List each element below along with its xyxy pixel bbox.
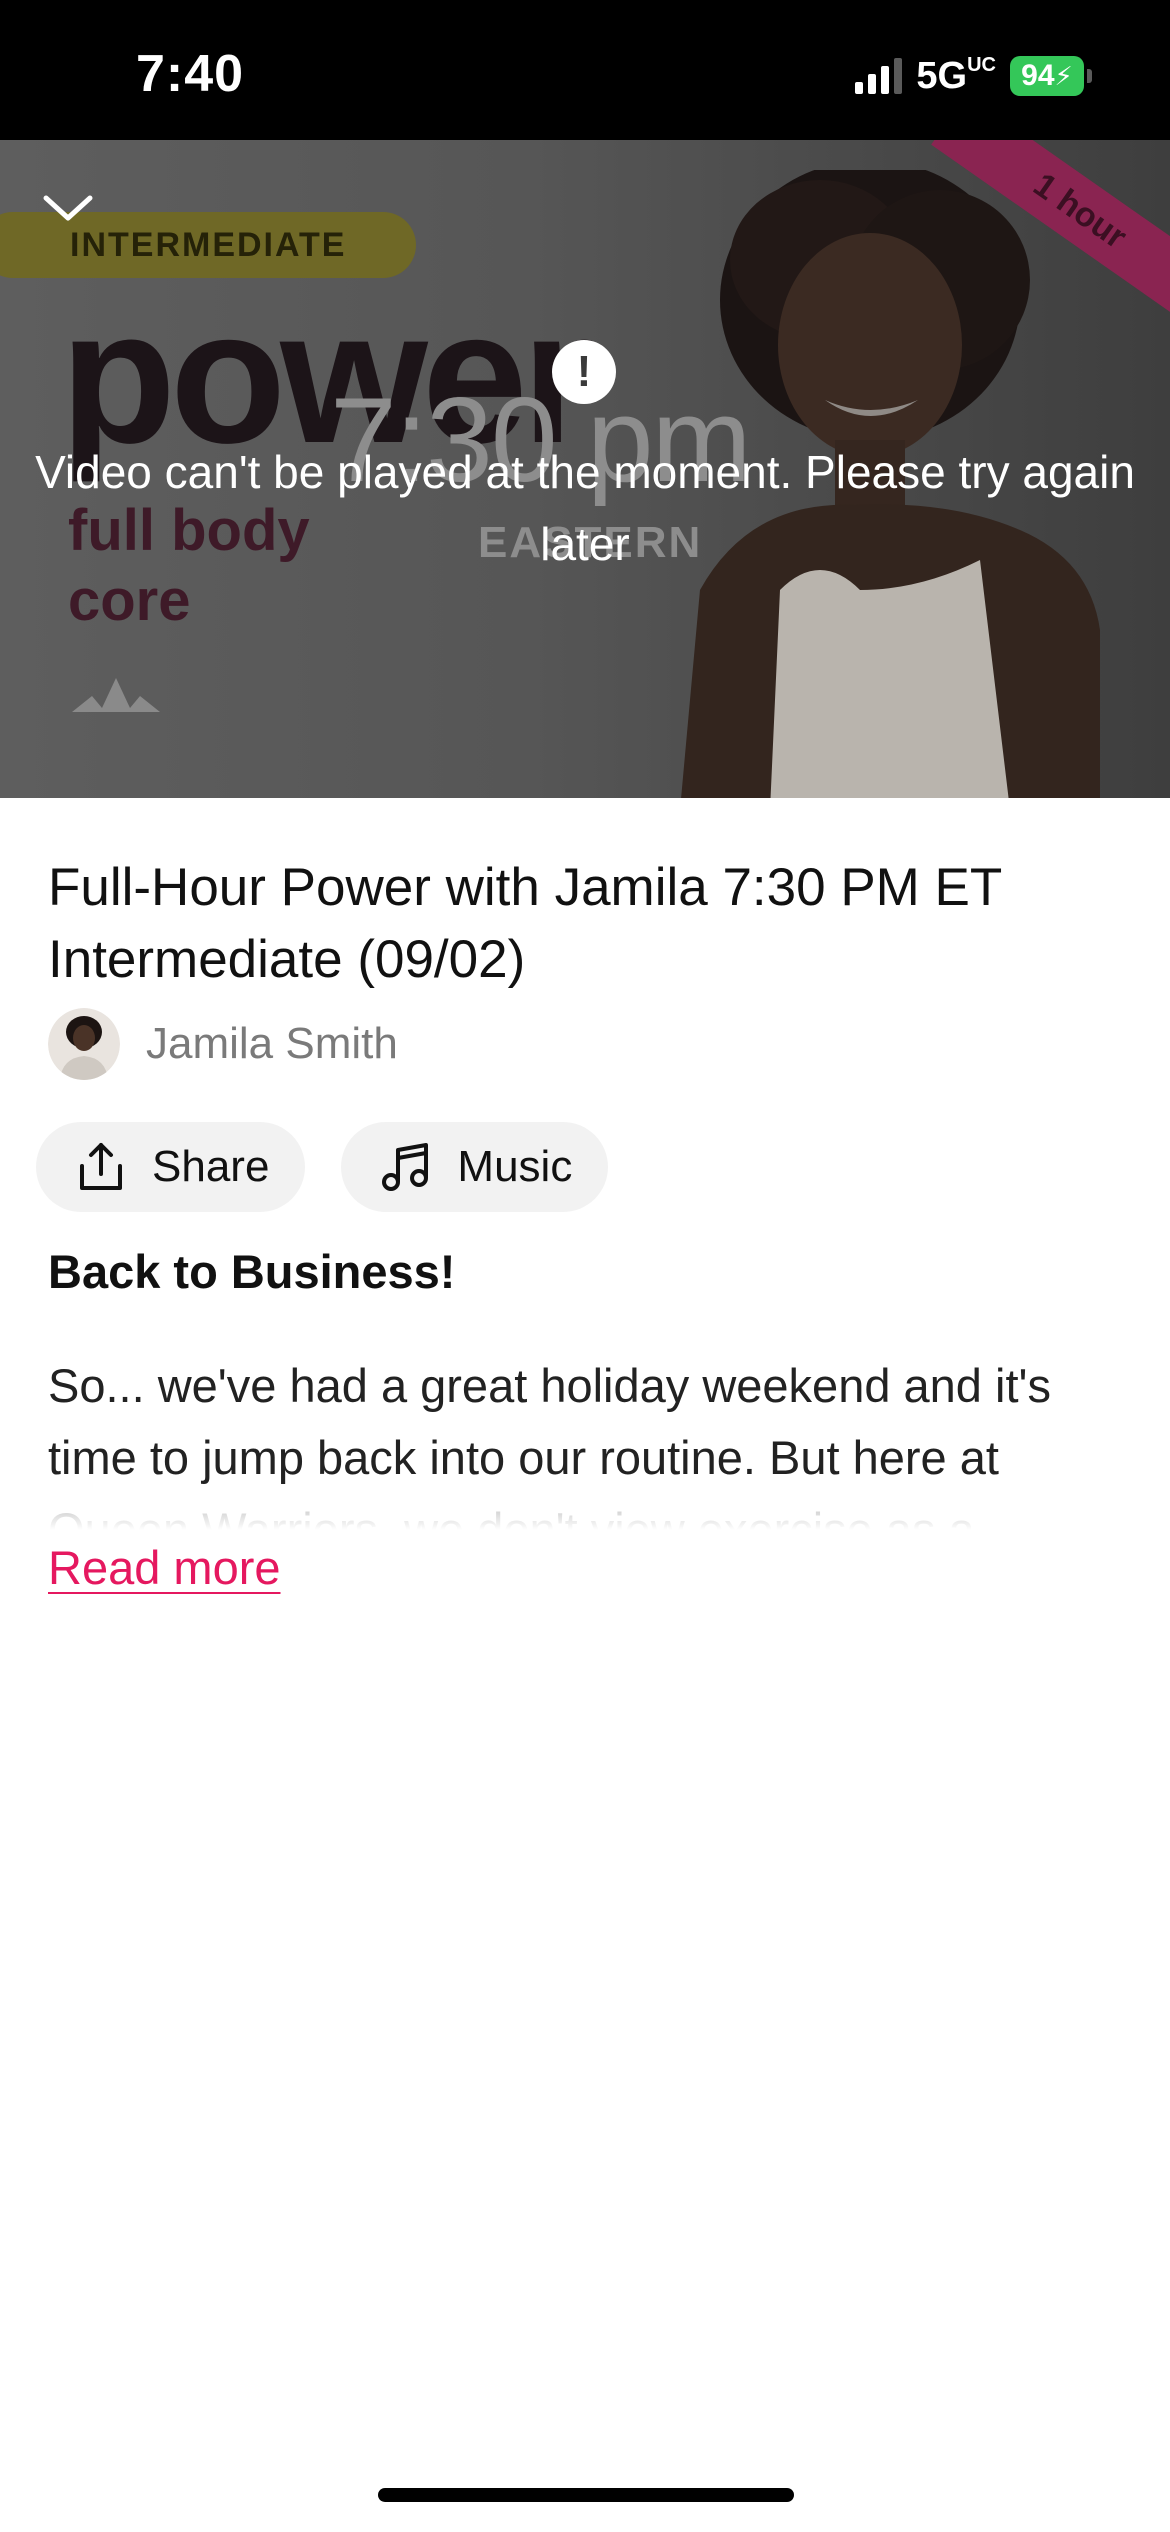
description-fade xyxy=(0,1490,1170,1530)
video-player[interactable]: 1 hour INTERMEDIATE power full body core… xyxy=(0,140,1170,798)
instructor-row[interactable]: Jamila Smith xyxy=(48,1008,398,1080)
status-time: 7:40 xyxy=(136,45,245,103)
music-button[interactable]: Music xyxy=(341,1122,609,1212)
network-suffix: UC xyxy=(967,53,996,76)
chevron-down-icon[interactable] xyxy=(40,180,96,236)
battery-icon: 94 ⚡ xyxy=(1010,56,1092,96)
action-buttons: Share Music xyxy=(36,1122,609,1212)
network-label: 5G xyxy=(916,54,968,97)
status-bar: 7:40 5GUC 94 ⚡ xyxy=(0,0,1170,140)
battery-level: 94 ⚡ xyxy=(1010,56,1084,96)
share-icon xyxy=(80,1143,122,1190)
music-label: Music xyxy=(457,1142,573,1191)
description-heading: Back to Business! xyxy=(48,1245,456,1298)
read-more-link[interactable]: Read more xyxy=(48,1540,281,1595)
cellular-signal-icon xyxy=(855,58,903,94)
crown-logo-icon xyxy=(72,678,160,712)
network-type: 5GUC xyxy=(916,55,996,98)
music-note-icon xyxy=(382,1143,429,1191)
share-label: Share xyxy=(152,1142,270,1191)
instructor-name: Jamila Smith xyxy=(146,1019,398,1068)
share-button[interactable]: Share xyxy=(36,1122,306,1212)
video-subtitle-line2: core xyxy=(68,568,191,633)
class-title: Full-Hour Power with Jamila 7:30 PM ET I… xyxy=(48,858,1002,989)
status-indicators: 5GUC 94 ⚡ xyxy=(855,52,1092,100)
battery-percent: 94 xyxy=(1021,59,1055,92)
video-error-message: Video can't be played at the moment. Ple… xyxy=(35,446,1135,570)
home-indicator[interactable] xyxy=(378,2488,794,2502)
avatar xyxy=(48,1008,120,1080)
exclamation-icon: ! xyxy=(552,340,616,404)
